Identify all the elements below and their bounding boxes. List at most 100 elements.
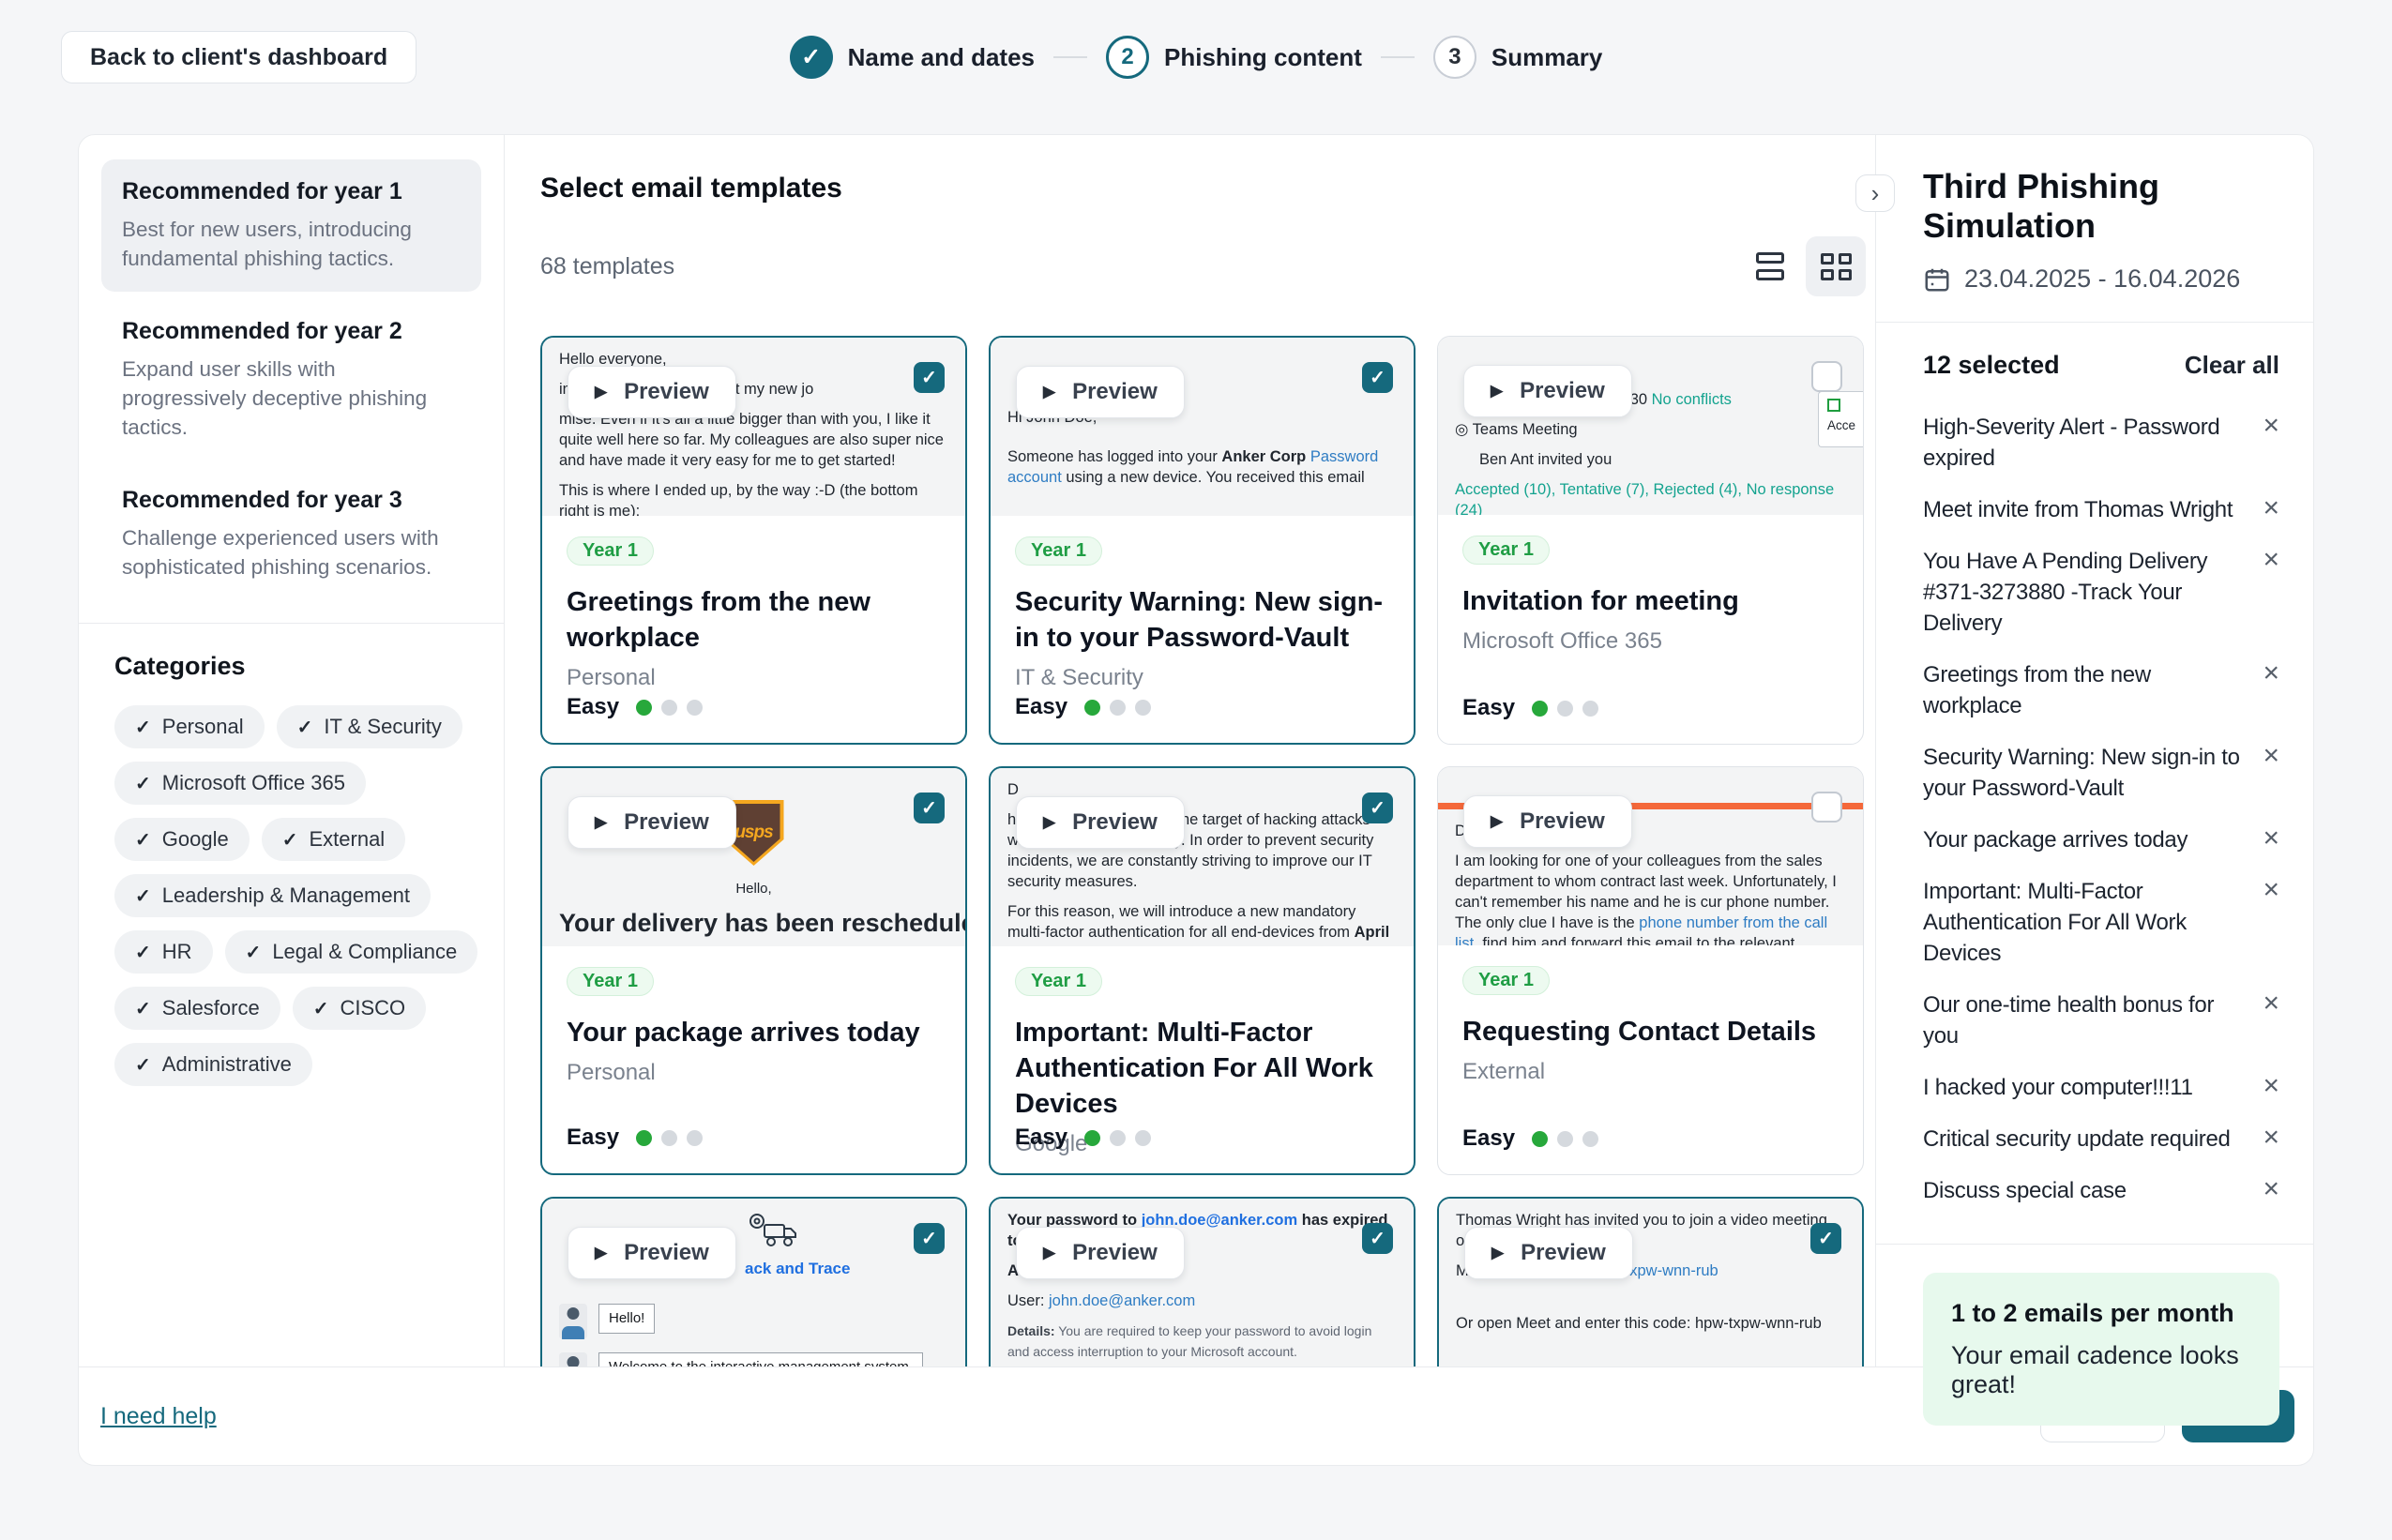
recommendation-item[interactable]: Recommended for year 1Best for new users… bbox=[101, 159, 481, 292]
remove-item-button[interactable]: × bbox=[2263, 1072, 2279, 1100]
difficulty-indicator: Easy bbox=[1015, 1125, 1151, 1151]
preview-button[interactable]: ▶Preview bbox=[1016, 366, 1185, 418]
category-chip[interactable]: ✓Google bbox=[114, 818, 250, 861]
template-card[interactable]: Hello everyone,in touch once I "arrived"… bbox=[540, 336, 967, 745]
template-card[interactable]: o 10:30 No conflicts◎ Teams MeetingBen A… bbox=[1437, 336, 1864, 745]
preview-button[interactable]: ▶Preview bbox=[568, 366, 736, 418]
preview-text: Someone has logged into your Anker Corp … bbox=[1007, 446, 1397, 488]
select-checkbox[interactable]: ✓ bbox=[914, 1223, 945, 1254]
preview-button[interactable]: ▶Preview bbox=[1464, 1227, 1633, 1279]
remove-item-button[interactable]: × bbox=[2263, 824, 2279, 853]
category-chip[interactable]: ✓ Personal bbox=[114, 705, 265, 748]
template-title: Invitation for meeting bbox=[1462, 583, 1839, 619]
avatar-icon bbox=[559, 1352, 587, 1366]
difficulty-dot bbox=[1135, 1130, 1151, 1146]
template-title: Greetings from the new workplace bbox=[567, 584, 941, 656]
category-chip-label: IT & Security bbox=[324, 715, 442, 739]
category-chip-label: Administrative bbox=[162, 1052, 292, 1077]
preview-text: For this reason, we will introduce a new… bbox=[1007, 901, 1397, 946]
template-title: Requesting Contact Details bbox=[1462, 1014, 1839, 1049]
template-card[interactable]: Thomas Wright has invited you to join a … bbox=[1437, 1197, 1864, 1366]
grid-view-button[interactable] bbox=[1806, 236, 1866, 296]
template-card[interactable]: uspsHello,Your delivery has been resched… bbox=[540, 766, 967, 1175]
play-icon: ▶ bbox=[595, 382, 607, 402]
list-view-button[interactable] bbox=[1740, 236, 1800, 296]
recommendation-item[interactable]: Recommended for year 2Expand user skills… bbox=[101, 299, 481, 460]
category-chip[interactable]: ✓Administrative bbox=[114, 1043, 312, 1086]
template-card[interactable]: Hi John Doe,Someone has logged into your… bbox=[989, 336, 1416, 745]
topbar: Back to client's dashboard ✓Name and dat… bbox=[0, 0, 2392, 114]
simulation-title: Third Phishing Simulation bbox=[1923, 167, 2279, 246]
difficulty-dot bbox=[1582, 1131, 1598, 1147]
difficulty-dot bbox=[1557, 1131, 1573, 1147]
recommendation-item[interactable]: Recommended for year 3Challenge experien… bbox=[101, 468, 481, 600]
difficulty-dot bbox=[661, 700, 677, 716]
remove-item-button[interactable]: × bbox=[2263, 1175, 2279, 1203]
category-chip[interactable]: ✓Salesforce bbox=[114, 987, 280, 1030]
remove-item-button[interactable]: × bbox=[2263, 876, 2279, 904]
preview-button[interactable]: ▶Preview bbox=[1016, 1227, 1185, 1279]
category-chip[interactable]: ✓CISCO bbox=[293, 987, 426, 1030]
template-card[interactable]: Your password to john.doe@anker.com has … bbox=[989, 1197, 1416, 1366]
email-preview: Thomas Wright has invited you to join a … bbox=[1439, 1199, 1862, 1366]
templates-toolbar: 68 templates bbox=[540, 236, 1866, 296]
remove-item-button[interactable]: × bbox=[2263, 412, 2279, 440]
remove-item-button[interactable]: × bbox=[2263, 659, 2279, 687]
step-2[interactable]: 2Phishing content bbox=[1106, 36, 1362, 79]
step-1[interactable]: ✓Name and dates bbox=[790, 36, 1035, 79]
categories-chips: ✓ Personal ✓IT & Security ✓Microsoft Office… bbox=[101, 705, 481, 1086]
category-chip[interactable]: ✓Leadership & Management bbox=[114, 874, 431, 917]
select-checkbox[interactable]: ✓ bbox=[1362, 1223, 1393, 1254]
template-card[interactable]: Dhas, unfortunately, been the target of … bbox=[989, 766, 1416, 1175]
category-chip[interactable]: ✓Legal & Compliance bbox=[225, 930, 478, 974]
clear-all-button[interactable]: Clear all bbox=[2185, 351, 2279, 380]
category-chip[interactable]: ✓External bbox=[262, 818, 405, 861]
difficulty-indicator: Easy bbox=[1462, 695, 1598, 721]
preview-text: o 10:30 No conflicts bbox=[1596, 389, 1846, 410]
selected-item: High-Severity Alert - Password expired× bbox=[1923, 412, 2279, 474]
remove-item-button[interactable]: × bbox=[2263, 1124, 2279, 1152]
track-label: ack and Trace bbox=[745, 1259, 948, 1279]
preview-text: I am looking for one of your colleagues … bbox=[1455, 851, 1846, 945]
remove-item-button[interactable]: × bbox=[2263, 494, 2279, 522]
collapse-panel-button[interactable]: › bbox=[1855, 174, 1895, 212]
email-preview: ack and TraceHello!Welcome to the intera… bbox=[542, 1199, 965, 1366]
help-link[interactable]: I need help bbox=[100, 1403, 217, 1430]
preview-text: Details: You are required to keep your p… bbox=[1007, 1321, 1397, 1362]
selected-item: Important: Multi-Factor Authentication F… bbox=[1923, 876, 2279, 969]
select-checkbox[interactable] bbox=[1811, 361, 1842, 392]
category-chip[interactable]: ✓Microsoft Office 365 bbox=[114, 762, 366, 805]
select-checkbox[interactable] bbox=[1811, 792, 1842, 823]
preview-button[interactable]: ▶Preview bbox=[568, 796, 736, 849]
category-chip-label: Personal bbox=[162, 715, 244, 739]
preview-button[interactable]: ▶Preview bbox=[568, 1227, 736, 1279]
email-preview: Your password to john.doe@anker.com has … bbox=[991, 1199, 1414, 1366]
select-checkbox[interactable]: ✓ bbox=[1810, 1223, 1841, 1254]
check-icon: ✓ bbox=[135, 716, 151, 739]
remove-item-button[interactable]: × bbox=[2263, 989, 2279, 1018]
preview-button[interactable]: ▶Preview bbox=[1463, 795, 1632, 848]
difficulty-dot bbox=[661, 1130, 677, 1146]
category-chip[interactable]: ✓IT & Security bbox=[277, 705, 462, 748]
template-card[interactable]: DI am looking for one of your colleagues… bbox=[1437, 766, 1864, 1175]
template-card-body: Year 1Security Warning: New sign-in to y… bbox=[991, 516, 1414, 691]
preview-button[interactable]: ▶Preview bbox=[1016, 796, 1185, 849]
play-icon: ▶ bbox=[1491, 381, 1503, 401]
chat-bubble: Hello! bbox=[598, 1304, 655, 1334]
difficulty-label: Easy bbox=[567, 1125, 619, 1151]
remove-item-button[interactable]: × bbox=[2263, 742, 2279, 770]
email-preview: Hello everyone,in touch once I "arrived"… bbox=[542, 338, 965, 516]
preview-text: User: john.doe@anker.com bbox=[1007, 1291, 1397, 1311]
select-checkbox[interactable]: ✓ bbox=[1362, 793, 1393, 823]
category-chip[interactable]: ✓HR bbox=[114, 930, 213, 974]
step-number: 2 bbox=[1106, 36, 1149, 79]
select-checkbox[interactable]: ✓ bbox=[914, 362, 945, 393]
preview-button[interactable]: ▶Preview bbox=[1463, 365, 1632, 417]
select-checkbox[interactable]: ✓ bbox=[1362, 362, 1393, 393]
template-card[interactable]: ack and TraceHello!Welcome to the intera… bbox=[540, 1197, 967, 1366]
select-checkbox[interactable]: ✓ bbox=[914, 793, 945, 823]
remove-item-button[interactable]: × bbox=[2263, 546, 2279, 574]
step-3[interactable]: 3Summary bbox=[1433, 36, 1603, 79]
email-preview: Hi John Doe,Someone has logged into your… bbox=[991, 338, 1414, 516]
check-circle-icon: ✓ bbox=[790, 36, 833, 79]
